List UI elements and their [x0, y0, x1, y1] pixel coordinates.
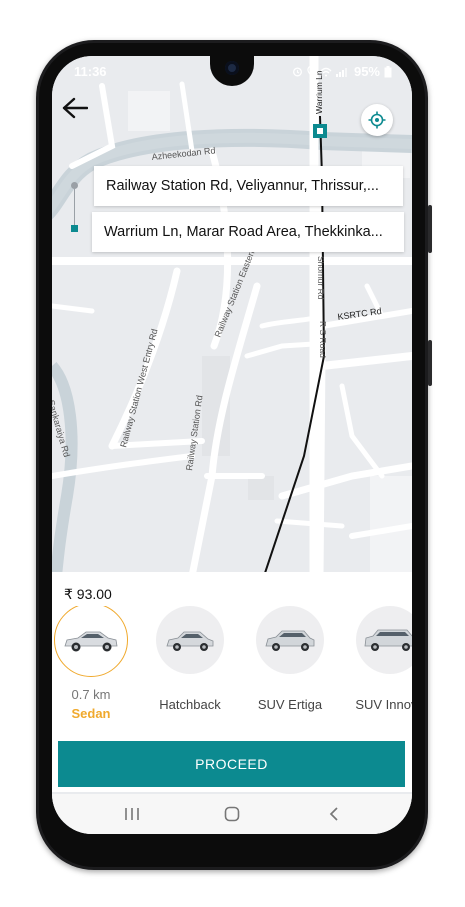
- map-label-shornur: Shornur Rd: [316, 256, 326, 300]
- route-connector: [74, 189, 75, 225]
- vehicle-name: SUV Innova: [355, 697, 412, 712]
- home-icon: [224, 806, 240, 822]
- vehicle-image-container: [356, 606, 412, 674]
- power-button: [428, 340, 432, 386]
- status-time: 11:36: [74, 64, 107, 79]
- nav-back-button[interactable]: [322, 804, 346, 824]
- system-nav-bar: [52, 794, 412, 834]
- app-screen: Azheekodan Rd Warrium Ln Shornur Rd R S …: [52, 56, 412, 834]
- recent-apps-icon: [125, 808, 139, 820]
- suv-van-icon: [364, 629, 412, 651]
- suv-car-icon: [265, 630, 315, 651]
- battery-icon: [384, 65, 392, 77]
- vehicle-image-container: [156, 606, 224, 674]
- vehicle-option-hatchback[interactable]: Hatchback: [145, 606, 235, 712]
- volume-button: [428, 205, 432, 253]
- pickup-marker: [71, 182, 78, 189]
- wifi-icon: [320, 67, 332, 76]
- hatchback-car-icon: [166, 631, 214, 651]
- map-view[interactable]: Azheekodan Rd Warrium Ln Shornur Rd R S …: [52, 56, 412, 576]
- home-button[interactable]: [220, 804, 244, 824]
- sedan-car-icon: [64, 631, 118, 652]
- back-button[interactable]: [60, 94, 90, 122]
- vehicle-name: SUV Ertiga: [257, 697, 323, 712]
- alarm-icon: [292, 67, 302, 77]
- vehicle-option-suv-ertiga[interactable]: SUV Ertiga: [245, 606, 335, 712]
- vehicle-image-container: [54, 606, 128, 677]
- vehicle-name: Hatchback: [159, 697, 221, 712]
- arrow-left-icon: [62, 97, 88, 119]
- vehicle-image-container: [256, 606, 324, 674]
- vehicle-option-suv-innova[interactable]: SUV Innova: [345, 606, 412, 712]
- drop-address-field[interactable]: Warrium Ln, Marar Road Area, Thekkinka..…: [92, 212, 404, 252]
- recent-apps-button[interactable]: [120, 804, 144, 824]
- signal-icon: [335, 67, 347, 77]
- proceed-button[interactable]: PROCEED: [58, 741, 405, 787]
- drop-marker: [71, 225, 78, 232]
- location-icon: [307, 66, 316, 77]
- front-camera: [225, 61, 239, 75]
- pickup-address-field[interactable]: Railway Station Rd, Veliyannur, Thrissur…: [94, 166, 403, 206]
- locate-me-button[interactable]: [361, 104, 393, 136]
- fare-amount: ₹ 93.00: [64, 586, 112, 602]
- vehicle-distance: 0.7 km: [71, 687, 111, 702]
- map-label-rs-road: R S Road: [318, 321, 328, 358]
- back-chevron-icon: [329, 807, 338, 821]
- vehicle-selector[interactable]: 0.7 km Sedan Hatchback SUV Ertiga SUV In…: [52, 606, 412, 746]
- crosshair-icon: [368, 111, 386, 129]
- vehicle-name: Sedan: [71, 706, 111, 721]
- status-battery-text: 95%: [353, 64, 380, 79]
- vehicle-option-sedan[interactable]: 0.7 km Sedan: [52, 606, 136, 721]
